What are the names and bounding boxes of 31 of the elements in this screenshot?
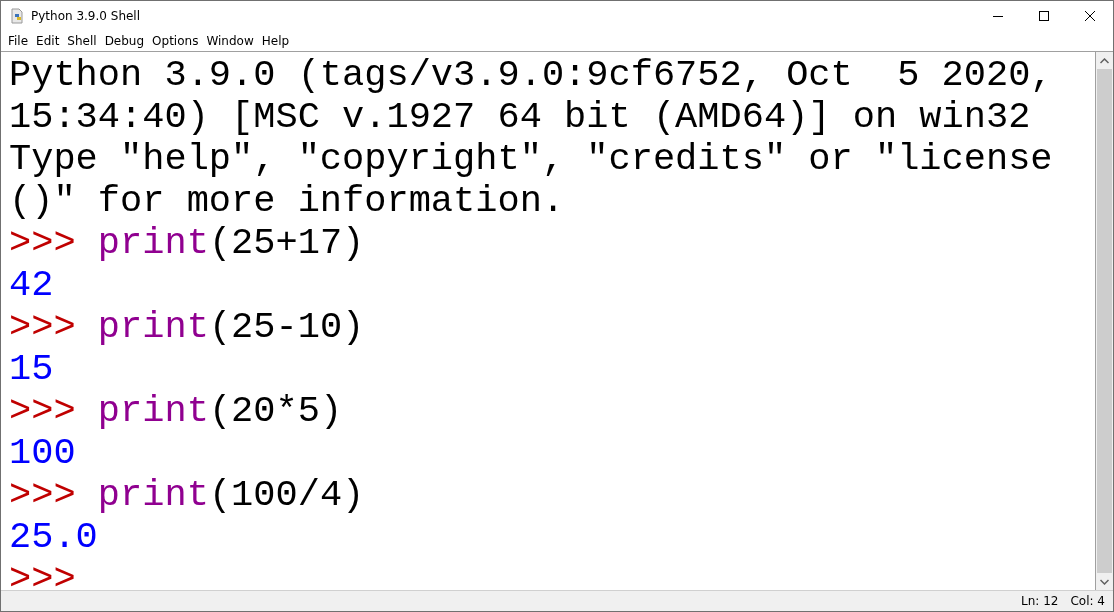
menu-item[interactable]: Help xyxy=(257,34,294,48)
banner-line: ()" for more information. xyxy=(9,180,566,222)
output-line: 25.0 xyxy=(9,516,99,558)
scrollbar[interactable] xyxy=(1096,52,1113,590)
output-line: 15 xyxy=(9,348,55,390)
menu-item[interactable]: Edit xyxy=(32,34,64,48)
output-line: 100 xyxy=(9,432,77,474)
menu-item[interactable]: Debug xyxy=(100,34,149,48)
input-line: >>> print(25-10) xyxy=(9,306,366,348)
scroll-up-icon[interactable] xyxy=(1100,57,1109,64)
banner-line: 15:34:40) [MSC v.1927 64 bit (AMD64)] on win32 xyxy=(9,96,1032,138)
scroll-thumb[interactable] xyxy=(1097,69,1112,573)
window-title: Python 3.9.0 Shell xyxy=(31,9,142,23)
input-line: >>> xyxy=(9,558,77,590)
scroll-down-icon[interactable] xyxy=(1100,578,1109,585)
banner-line: Python 3.9.0 (tags/v3.9.0:9cf6752, Oct 5 2020, xyxy=(9,54,1054,96)
minimize-icon xyxy=(993,15,1003,17)
app-icon xyxy=(9,8,25,24)
menu-item[interactable]: File xyxy=(4,34,33,48)
line-number: Ln: 12 xyxy=(1021,594,1059,608)
output-line: 42 xyxy=(9,264,55,306)
input-line: >>> print(25+17) xyxy=(9,222,366,264)
menu-item[interactable]: Shell xyxy=(63,34,101,48)
menu-item[interactable]: Options xyxy=(148,34,203,48)
maximize-icon xyxy=(1039,11,1049,21)
banner-line: Type "help", "copyright", "credits" or "license xyxy=(9,138,1054,180)
close-icon xyxy=(1085,11,1095,21)
input-line: >>> print(100/4) xyxy=(9,474,366,516)
input-line: >>> print(20*5) xyxy=(9,390,344,432)
column-number: Col: 4 xyxy=(1070,594,1105,608)
menu-item[interactable]: Window xyxy=(202,34,258,48)
